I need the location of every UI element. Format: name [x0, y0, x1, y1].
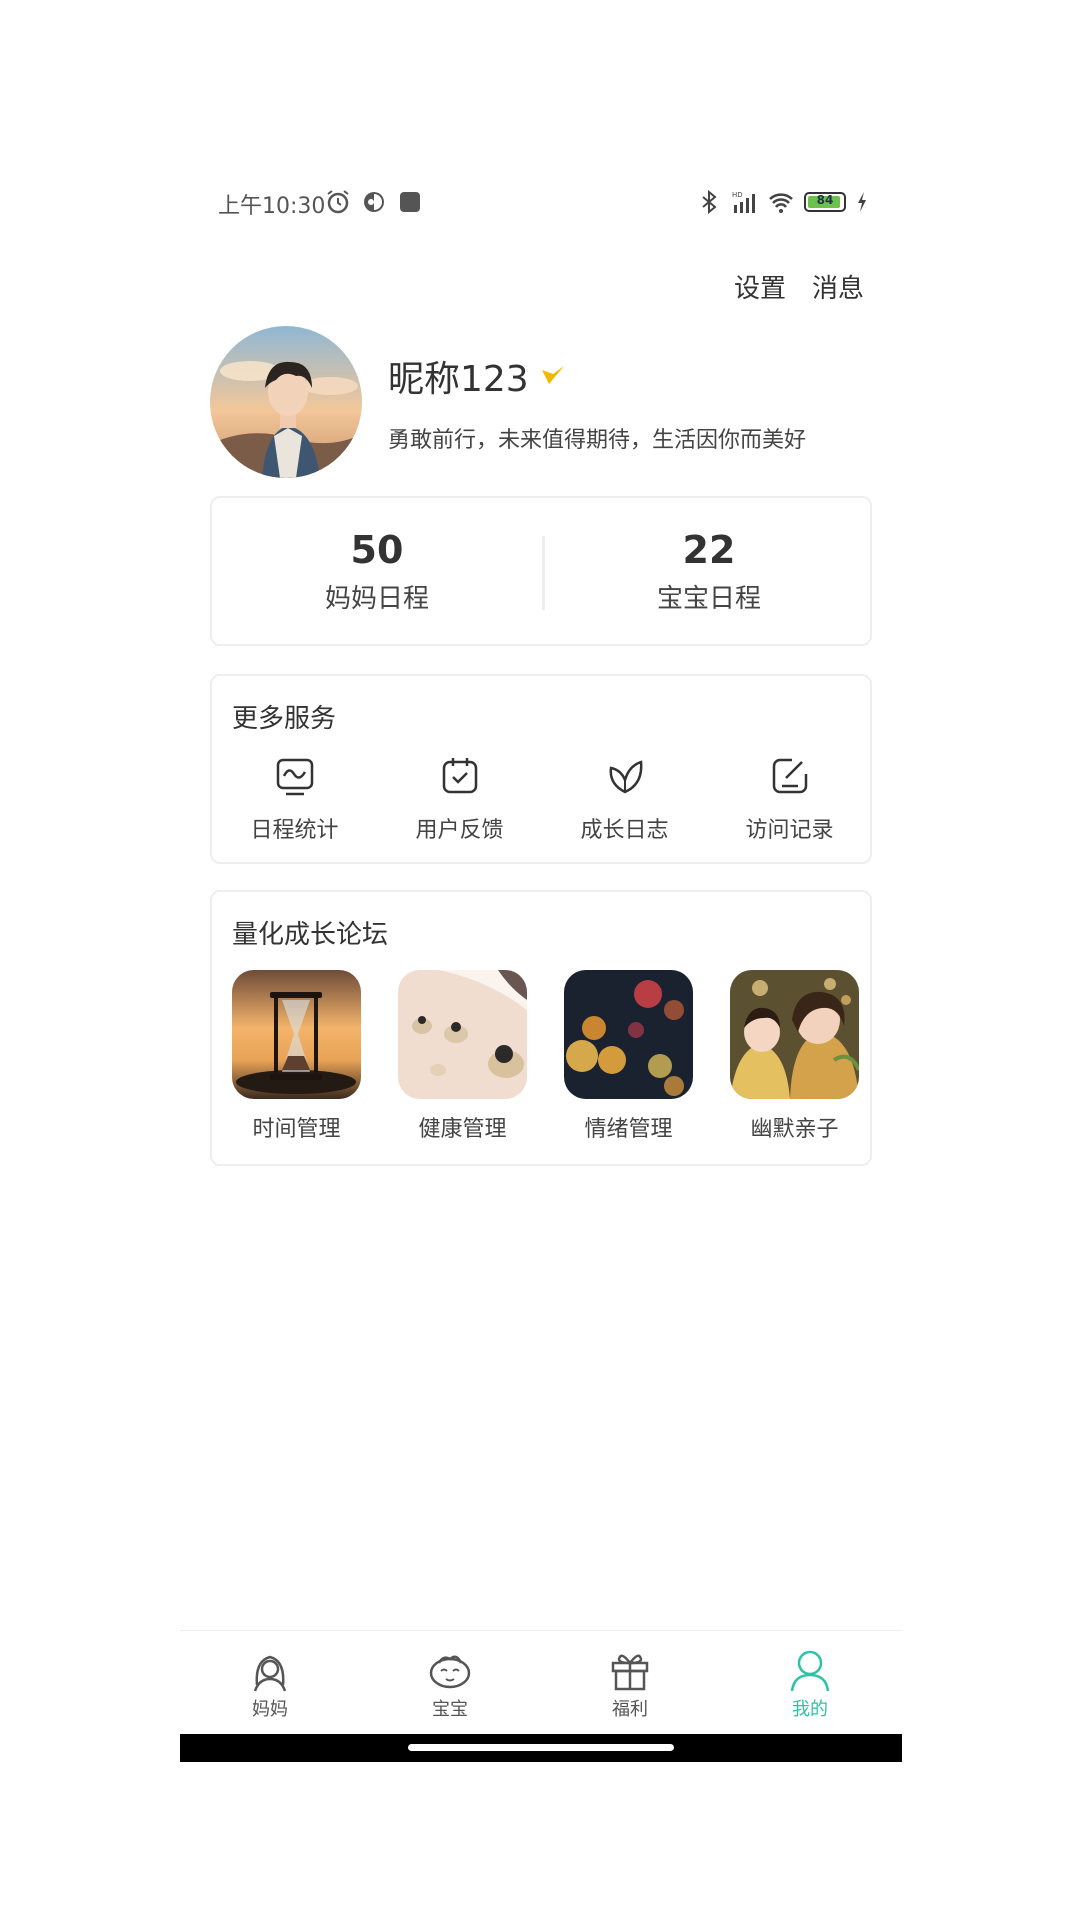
stat-label: 宝宝日程 — [656, 584, 761, 614]
rainy-window-photo — [564, 970, 693, 1099]
alarm-icon — [327, 190, 349, 214]
service-label: 用户反馈 — [415, 818, 504, 843]
services-card: 更多服务 日程统计 用户反馈 成长日志 访问记录 — [210, 674, 872, 864]
forum-item-health[interactable]: 健康管理 — [398, 970, 527, 1143]
forum-item-emotion[interactable]: 情绪管理 — [564, 970, 693, 1143]
forum-item-parenting[interactable]: 幽默亲子 — [730, 970, 859, 1143]
hourglass-photo — [232, 970, 361, 1099]
service-label: 访问记录 — [745, 818, 834, 843]
svg-text:HD: HD — [732, 191, 743, 199]
services-row: 日程统计 用户反馈 成长日志 访问记录 — [212, 754, 874, 844]
tab-label: 我的 — [792, 1699, 828, 1720]
bottom-tab-bar: 妈妈 宝宝 福利 我的 — [180, 1630, 902, 1735]
chart-screen-icon — [276, 758, 313, 796]
forum-item-time[interactable]: 时间管理 — [232, 970, 361, 1143]
edit-icon — [772, 758, 807, 794]
services-title: 更多服务 — [232, 704, 337, 734]
service-label: 成长日志 — [580, 818, 669, 843]
bluetooth-icon — [702, 189, 717, 215]
tab-baby[interactable]: 宝宝 — [360, 1631, 540, 1735]
tab-label: 宝宝 — [432, 1699, 468, 1720]
service-visit-record[interactable]: 访问记录 — [707, 754, 872, 844]
stat-label: 妈妈日程 — [324, 584, 429, 614]
status-bar: 上午10:30 HD 84 — [180, 180, 902, 224]
battery-icon: 84 — [804, 192, 846, 212]
charging-icon — [858, 192, 866, 212]
forum-title: 量化成长论坛 — [232, 920, 389, 950]
leaf-icon — [609, 760, 642, 794]
forum-label: 健康管理 — [418, 1117, 507, 1142]
mother-child-photo — [730, 970, 859, 1099]
service-feedback[interactable]: 用户反馈 — [377, 754, 542, 844]
stat-value: 22 — [682, 528, 736, 572]
forum-label: 时间管理 — [252, 1117, 341, 1142]
status-left-icons — [325, 189, 423, 215]
stat-mom-schedule[interactable]: 50 妈妈日程 — [212, 528, 542, 615]
tab-mom[interactable]: 妈妈 — [180, 1631, 360, 1735]
service-growth-log[interactable]: 成长日志 — [542, 754, 707, 844]
tab-label: 福利 — [612, 1699, 648, 1720]
baby-icon — [429, 1655, 471, 1689]
tab-label: 妈妈 — [252, 1699, 288, 1720]
square-notification-icon — [400, 192, 420, 212]
home-indicator-bar — [180, 1734, 902, 1762]
user-icon — [790, 1650, 830, 1692]
mother-icon — [253, 1655, 287, 1692]
nickname: 昵称123 — [388, 359, 529, 400]
avatar[interactable] — [210, 326, 362, 478]
gift-icon — [611, 1654, 649, 1691]
tab-mine[interactable]: 我的 — [720, 1631, 900, 1735]
signal-icon: HD — [732, 191, 755, 213]
food-photo — [398, 970, 527, 1099]
service-label: 日程统计 — [250, 818, 339, 843]
verified-badge-icon — [541, 366, 564, 384]
stat-value: 50 — [350, 528, 404, 572]
battery-level: 84 — [816, 193, 834, 207]
settings-link[interactable]: 设置 — [734, 268, 786, 305]
calendar-check-icon — [442, 758, 477, 794]
status-right-icons: HD 84 — [696, 189, 868, 215]
status-time: 上午10:30 — [218, 194, 326, 219]
tab-welfare[interactable]: 福利 — [540, 1631, 720, 1735]
forum-row: 时间管理 健康管理 情绪管理 幽默亲子 — [232, 970, 859, 1143]
forum-card: 量化成长论坛 时间管理 健康管理 情绪管理 幽默亲子 — [210, 890, 872, 1166]
forum-label: 幽默亲子 — [750, 1117, 839, 1142]
home-indicator[interactable] — [408, 1744, 674, 1751]
avatar-image — [210, 326, 362, 478]
stat-baby-schedule[interactable]: 22 宝宝日程 — [544, 528, 874, 615]
wifi-icon — [769, 193, 793, 213]
service-schedule-stats[interactable]: 日程统计 — [212, 754, 377, 844]
header-actions: 设置 消息 — [734, 268, 864, 305]
profile-motto: 勇敢前行，未来值得期待，生活因你而美好 — [388, 428, 807, 453]
stats-card: 50 妈妈日程 22 宝宝日程 — [210, 496, 872, 646]
app-notification-icon — [364, 192, 384, 212]
screen: 上午10:30 HD 84 设置 消息 昵称123 勇敢前行，未来值得期待，生活… — [180, 180, 902, 1762]
nickname-row: 昵称123 — [388, 350, 567, 402]
forum-label: 情绪管理 — [584, 1117, 673, 1142]
messages-link[interactable]: 消息 — [812, 268, 864, 305]
